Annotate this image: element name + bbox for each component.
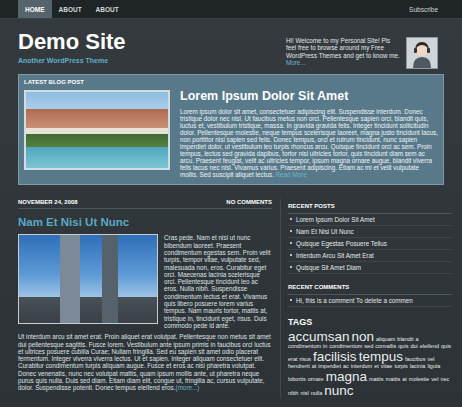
tag[interactable]: vel	[431, 377, 438, 383]
tag[interactable]: et	[374, 364, 379, 370]
featured-body: Lorem ipsum dolor sit amet, consectetuer…	[180, 108, 438, 178]
recent-post-item[interactable]: Quisque Egestas Posuere Tellus	[288, 238, 452, 250]
post: NOVEMBER 24, 2008 NO COMMENTS Nam Et Nisi …	[18, 199, 272, 398]
main-area: NOVEMBER 24, 2008 NO COMMENTS Nam Et Nisi …	[0, 185, 462, 398]
nav-item[interactable]: ABOUT	[52, 0, 89, 18]
brand: Demo Site Another WordPress Theme	[18, 31, 126, 64]
page: HOMEABOUTABOUTSubscribeDemo SiteAnother …	[0, 0, 462, 407]
tag[interactable]: dui	[410, 344, 417, 350]
featured-title[interactable]: Lorem Ipsum Dolor Sit Amet	[180, 90, 438, 104]
tag[interactable]: lacinia	[410, 364, 426, 370]
nav-bar: HOMEABOUTABOUTSubscribe	[0, 0, 462, 19]
tag[interactable]: faucibus	[405, 357, 426, 363]
tag[interactable]: vitae	[381, 364, 393, 370]
tag[interactable]: nibh	[288, 391, 298, 397]
tag[interactable]: tempus	[359, 350, 403, 364]
site-title[interactable]: Demo Site	[18, 31, 126, 53]
tag[interactable]: eleifend	[420, 344, 439, 350]
nav-item[interactable]: HOME	[18, 0, 52, 18]
featured-post: LATEST BLOG POST Lorem Ipsum Dolor Sit Am…	[18, 74, 444, 185]
tag[interactable]: nisl	[300, 391, 308, 397]
tag[interactable]: molestie	[409, 377, 429, 383]
subscribe-link[interactable]: Subscribe	[409, 0, 444, 18]
recent-comment-item[interactable]: Hi, this is a comment To delete a commen	[288, 295, 452, 307]
recent-post-item[interactable]: Interdum Arcu Sit Amet Erat	[288, 250, 452, 262]
recent-post-item[interactable]: Nam Et Nisi Ut Nunc	[288, 226, 452, 238]
tag-cloud: accumsannonaliquamblanditacondimentuminc…	[288, 330, 452, 398]
post-comments-link[interactable]: NO COMMENTS	[226, 199, 272, 205]
recent-posts-heading: RECENT POSTS	[288, 199, 452, 214]
post-photo	[18, 234, 158, 324]
tag[interactable]: non	[352, 330, 375, 344]
tag[interactable]: vel	[427, 357, 434, 363]
tag[interactable]: facilisis	[313, 350, 357, 364]
tag[interactable]: erat	[288, 357, 297, 363]
post-date: NOVEMBER 24, 2008	[18, 199, 78, 205]
welcome-more-link[interactable]: More...	[286, 59, 306, 66]
post-title[interactable]: Nam Et Nisi Ut Nunc	[18, 216, 272, 229]
tag[interactable]: risus	[299, 357, 311, 363]
avatar-icon	[407, 38, 437, 68]
tag[interactable]: nunc	[324, 384, 353, 398]
tag[interactable]: quis	[441, 344, 451, 350]
read-more-link[interactable]: Read More	[276, 171, 307, 178]
post-paragraph: Ut interdum arcu sit amet erat. Proin al…	[18, 333, 272, 391]
tag[interactable]: ornare	[308, 377, 324, 383]
tag[interactable]: turpis	[394, 364, 407, 370]
welcome-text: Hi! Welcome to my Personal Site! Pls fee…	[286, 37, 400, 67]
sidebar: RECENT POSTSLorem Ipsum Dolor Sit AmetNa…	[280, 199, 452, 398]
tag[interactable]: blandit	[397, 337, 413, 343]
tag[interactable]: hendrerit	[288, 364, 310, 370]
featured-photo[interactable]	[24, 90, 170, 170]
tag[interactable]: at	[402, 377, 407, 383]
tag[interactable]: nec	[440, 377, 449, 383]
tag[interactable]: magna	[326, 370, 367, 384]
tag[interactable]: ligula	[427, 364, 440, 370]
tag[interactable]: nulla	[311, 391, 323, 397]
tag[interactable]: at	[312, 364, 317, 370]
site-tagline: Another WordPress Theme	[18, 57, 126, 64]
tag[interactable]: mattis	[369, 377, 384, 383]
post-more-link[interactable]: (more...)	[176, 384, 200, 391]
recent-comments-heading: RECENT COMMENTS	[288, 280, 452, 295]
recent-posts-list: Lorem Ipsum Dolor Sit AmetNam Et Nisi Ut…	[288, 214, 452, 274]
post-meta: NOVEMBER 24, 2008 NO COMMENTS	[18, 199, 272, 209]
tags-heading: TAGS	[288, 313, 452, 330]
tag[interactable]: aliquam	[376, 337, 395, 343]
tag[interactable]: mattis	[386, 377, 401, 383]
post-body: Cras pede. Nam et nisi ut nunc bibendum …	[18, 234, 272, 391]
welcome-box: Hi! Welcome to my Personal Site! Pls fee…	[286, 31, 444, 69]
site-header: Demo Site Another WordPress Theme Hi! Welc…	[0, 19, 462, 72]
avatar	[406, 37, 438, 69]
featured-label: LATEST BLOG POST	[24, 79, 438, 85]
tag[interactable]: lobortis	[288, 377, 306, 383]
recent-comments-list: Hi, this is a comment To delete a commen	[288, 295, 452, 307]
tag[interactable]: a	[416, 337, 419, 343]
recent-post-item[interactable]: Lorem Ipsum Dolor Sit Amet	[288, 214, 452, 226]
nav-item[interactable]: ABOUT	[89, 0, 126, 18]
recent-post-item[interactable]: Quisque Sit Amet Diam	[288, 262, 452, 274]
tag[interactable]: accumsan	[288, 330, 350, 344]
